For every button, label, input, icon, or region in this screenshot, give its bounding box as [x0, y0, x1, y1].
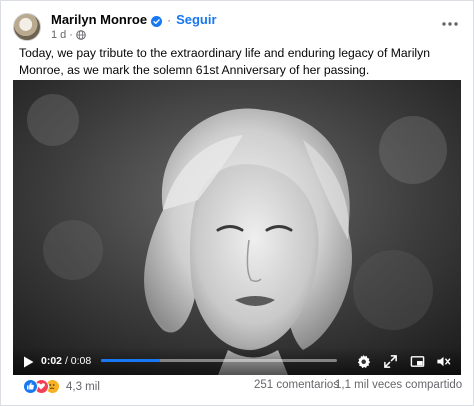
post-header: Marilyn Monroe · Seguir 1 d ·	[13, 11, 461, 43]
author-avatar[interactable]	[13, 13, 41, 41]
pip-icon[interactable]	[410, 354, 425, 369]
like-icon	[23, 379, 38, 394]
follow-button[interactable]: Seguir	[176, 12, 216, 27]
play-icon[interactable]	[21, 355, 35, 369]
post-footer: 4,3 mil 251 comentarios 1,1 mil veces co…	[13, 379, 462, 399]
current-time: 0:02	[41, 355, 63, 367]
reaction-count: 4,3 mil	[66, 380, 100, 393]
more-options-icon[interactable]	[439, 15, 461, 33]
fullscreen-icon[interactable]	[383, 354, 398, 369]
reactions-summary[interactable]: 4,3 mil	[23, 379, 100, 394]
post-text: Today, we pay tribute to the extraordina…	[19, 46, 430, 77]
verified-badge-icon	[151, 14, 163, 27]
author-row: Marilyn Monroe · Seguir	[51, 12, 217, 27]
comments-count-link[interactable]: 251 comentarios	[254, 379, 339, 391]
globe-icon	[76, 30, 86, 40]
video-frame-portrait	[13, 80, 461, 375]
video-controls: 0:02 / 0:08	[13, 347, 461, 375]
time-separator: /	[64, 355, 68, 367]
separator-dot: ·	[167, 12, 172, 27]
settings-icon[interactable]	[356, 354, 371, 369]
author-name[interactable]: Marilyn Monroe	[51, 12, 147, 27]
post-meta: 1 d ·	[51, 29, 86, 41]
video-progress-fill	[101, 359, 160, 362]
shares-count-link[interactable]: 1,1 mil veces compartido	[335, 379, 462, 391]
mute-icon[interactable]	[436, 354, 451, 369]
video-player[interactable]: 0:02 / 0:08	[13, 80, 461, 375]
post-timestamp[interactable]: 1 d	[51, 29, 66, 41]
post-card: Marilyn Monroe · Seguir 1 d · Today, we …	[0, 0, 474, 406]
total-time: 0:08	[70, 355, 92, 367]
video-time: 0:02 / 0:08	[41, 355, 91, 367]
meta-separator-dot: ·	[69, 29, 73, 41]
video-progress-bar[interactable]	[101, 359, 337, 362]
